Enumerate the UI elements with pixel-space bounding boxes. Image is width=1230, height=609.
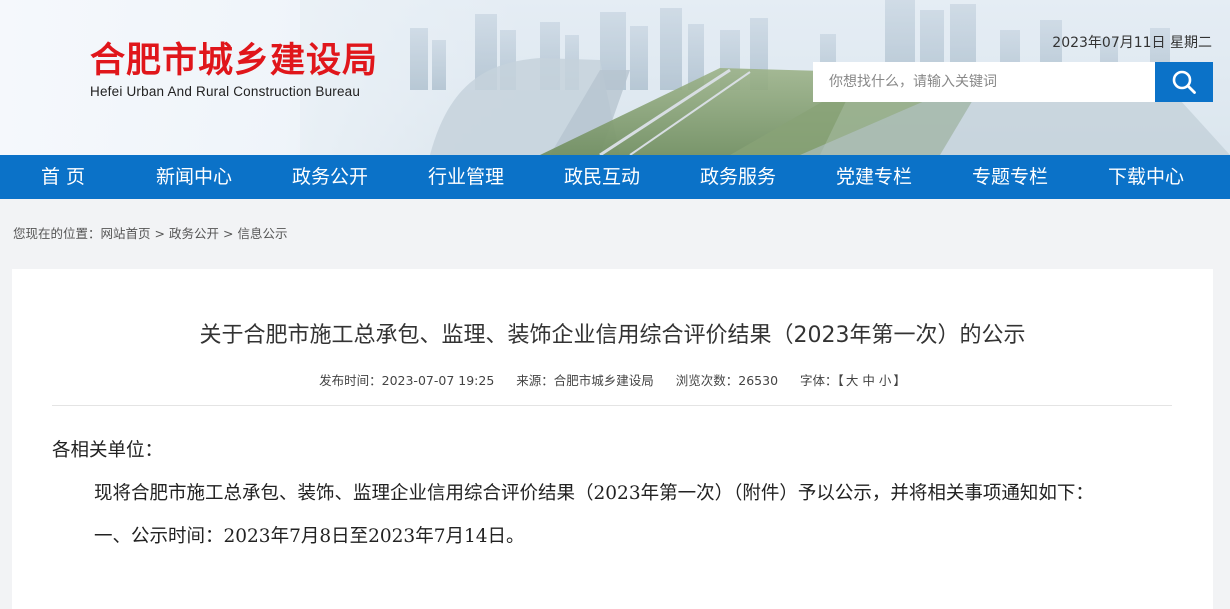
search-bar: [813, 62, 1213, 102]
article-paragraph: 现将合肥市施工总承包、装饰、监理企业信用综合评价结果（2023年第一次）（附件）…: [94, 483, 1094, 504]
meta-font-size: 字体：【大中小】: [800, 373, 906, 388]
article-salutation: 各相关单位：: [52, 440, 164, 461]
source-label: 来源：: [516, 373, 554, 388]
breadcrumb: 您现在的位置：网站首页 > 政务公开 > 信息公示: [0, 199, 1230, 269]
nav-gov-services[interactable]: 政务服务: [670, 155, 806, 199]
site-name-en: Hefei Urban And Rural Construction Burea…: [90, 84, 361, 99]
nav-industry[interactable]: 行业管理: [398, 155, 534, 199]
meta-publish: 发布时间：2023-07-07 19:25: [319, 373, 494, 388]
nav-gov-affairs[interactable]: 政务公开: [262, 155, 398, 199]
search-button[interactable]: [1155, 62, 1213, 102]
site-logo[interactable]: 合肥市城乡建设局 Hefei Urban And Rural Construct…: [90, 40, 378, 99]
breadcrumb-separator: >: [154, 226, 165, 241]
article-paragraph: 一、公示时间：2023年7月8日至2023年7月14日。: [94, 526, 525, 547]
publish-time: 2023-07-07 19:25: [381, 373, 495, 388]
site-name-cn: 合肥市城乡建设局: [90, 40, 379, 81]
nav-party[interactable]: 党建专栏: [806, 155, 942, 199]
breadcrumb-home[interactable]: 网站首页: [101, 226, 151, 241]
meta-source: 来源：合肥市城乡建设局: [516, 373, 654, 388]
article-divider: [52, 405, 1172, 406]
views-label: 浏览次数：: [675, 373, 739, 388]
search-input[interactable]: [813, 62, 1155, 102]
meta-views: 浏览次数：26530: [676, 373, 778, 388]
nav-topics[interactable]: 专题专栏: [942, 155, 1078, 199]
site-header: 合肥市城乡建设局 Hefei Urban And Rural Construct…: [0, 0, 1230, 155]
article-body: 各相关单位： 现将合肥市施工总承包、装饰、监理企业信用综合评价结果（2023年第…: [52, 429, 1177, 558]
nav-downloads[interactable]: 下载中心: [1078, 155, 1214, 199]
article-panel: 关于合肥市施工总承包、监理、装饰企业信用综合评价结果（2023年第一次）的公示 …: [12, 269, 1213, 609]
font-label: 字体：: [800, 373, 838, 388]
nav-news[interactable]: 新闻中心: [126, 155, 262, 199]
breadcrumb-separator: >: [222, 226, 234, 241]
publish-label: 发布时间：: [319, 373, 382, 388]
breadcrumb-info-notice[interactable]: 信息公示: [237, 226, 287, 241]
nav-interaction[interactable]: 政民互动: [534, 155, 670, 199]
breadcrumb-prefix: 您现在的位置：: [13, 226, 101, 241]
article-meta: 发布时间：2023-07-07 19:25 来源：合肥市城乡建设局 浏览次数：2…: [12, 370, 1213, 389]
source-value: 合肥市城乡建设局: [553, 373, 654, 388]
font-large-link[interactable]: 大: [846, 373, 859, 388]
main-nav: 首 页 新闻中心 政务公开 行业管理 政民互动 政务服务 党建专栏 专题专栏 下…: [0, 155, 1230, 199]
font-medium-link[interactable]: 中: [862, 373, 875, 388]
search-icon: [1172, 70, 1196, 94]
views-count: 26530: [738, 373, 779, 388]
font-bracket-close: 】: [893, 373, 906, 388]
nav-home[interactable]: 首 页: [0, 155, 126, 199]
breadcrumb-gov-affairs[interactable]: 政务公开: [169, 226, 219, 241]
current-date: 2023年07月11日 星期二: [1052, 35, 1212, 51]
font-bracket-open: 【: [837, 373, 844, 388]
article-title: 关于合肥市施工总承包、监理、装饰企业信用综合评价结果（2023年第一次）的公示: [199, 323, 1026, 348]
font-small-link[interactable]: 小: [879, 373, 892, 388]
